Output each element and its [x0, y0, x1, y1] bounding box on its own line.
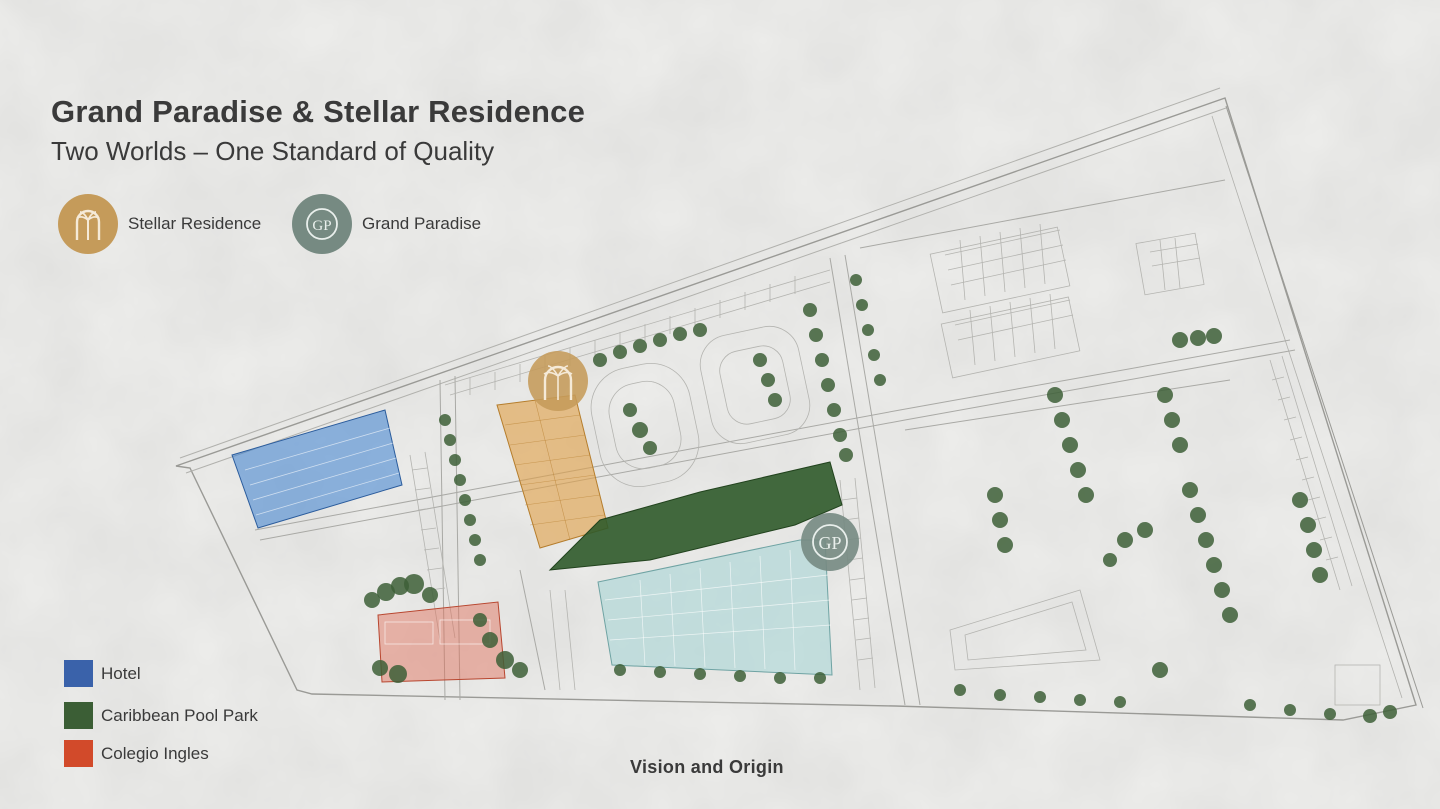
- palm-arch-icon: [58, 194, 118, 254]
- brand-label-stellar: Stellar Residence: [128, 214, 262, 233]
- footer-caption: Vision and Origin: [630, 757, 784, 777]
- legend-swatch-hotel: [64, 660, 93, 687]
- legend-label: Caribbean Pool Park: [101, 705, 258, 725]
- legend-item-pool-park: Caribbean Pool Park: [64, 702, 258, 729]
- grand-paradise-marker[interactable]: GP: [801, 513, 859, 571]
- legend-swatch-colegio: [64, 740, 93, 767]
- brand-grand-paradise: GP Grand Paradise: [292, 194, 481, 254]
- svg-text:GP: GP: [818, 533, 841, 553]
- gp-monogram-icon: GP: [292, 194, 352, 254]
- legend-label: Colegio Ingles: [101, 743, 209, 763]
- brand-stellar-residence: Stellar Residence: [58, 194, 261, 254]
- gp-monogram: GP: [312, 218, 331, 234]
- brand-label-grand: Grand Paradise: [362, 214, 482, 233]
- hotel-zone: [231, 409, 403, 529]
- tree-rows: [364, 274, 1397, 723]
- legend-swatch-pool-park: [64, 702, 93, 729]
- legend-item-hotel: Hotel: [64, 660, 141, 687]
- stellar-residence-area: [496, 394, 609, 549]
- legend-item-colegio: Colegio Ingles: [64, 740, 209, 767]
- legend-label: Hotel: [101, 663, 141, 683]
- stellar-residence-marker[interactable]: [528, 351, 588, 411]
- page-title: Grand Paradise & Stellar Residence: [51, 94, 586, 129]
- page-subtitle: Two Worlds – One Standard of Quality: [51, 136, 495, 166]
